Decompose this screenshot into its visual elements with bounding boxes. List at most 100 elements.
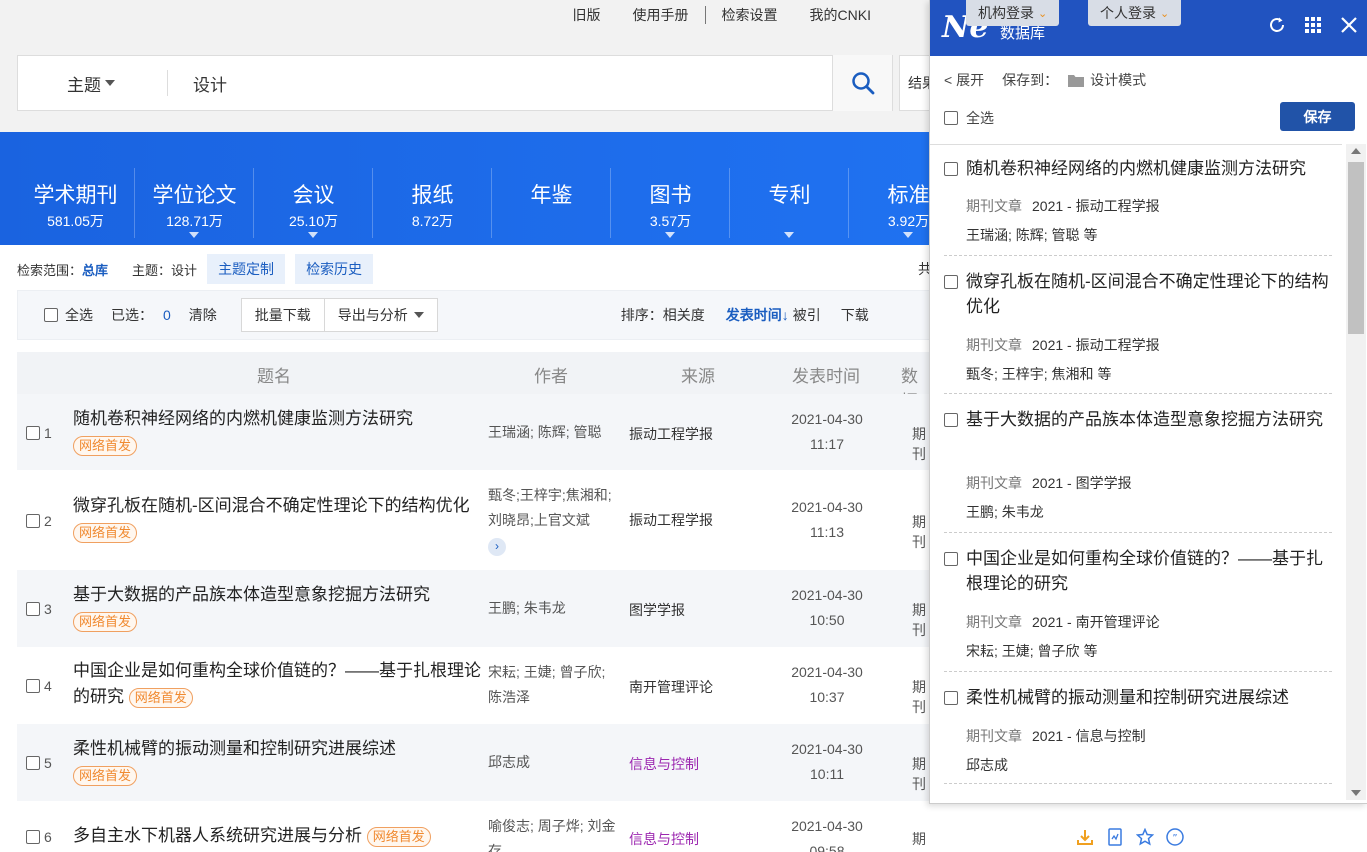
header-source: 来源 xyxy=(681,367,715,386)
row-authors[interactable]: 邱志成 xyxy=(488,750,623,775)
row-source[interactable]: 信息与控制 xyxy=(629,829,699,849)
item-title[interactable]: 中国企业是如何重构全球价值链的？——基于扎根理论的研究 xyxy=(966,546,1336,596)
row-db: 期刊 xyxy=(912,679,926,715)
sort-date[interactable]: 发表时间 xyxy=(726,305,782,325)
db-tab-yearbook[interactable]: 年鉴 xyxy=(492,132,611,245)
db-tab-journals[interactable]: 学术期刊 581.05万 xyxy=(16,132,135,245)
export-analysis-button[interactable]: 导出与分析 xyxy=(323,298,438,332)
panel-save-row: < 展开 保存到： 设计模式 xyxy=(944,70,1146,90)
sort-cited[interactable]: 被引 xyxy=(793,305,821,325)
row-source[interactable]: 振动工程学报 xyxy=(629,510,713,530)
sort-download[interactable]: 下载 xyxy=(841,305,869,325)
star-icon[interactable] xyxy=(1136,828,1154,846)
row-date: 2021-04-30 09:58 xyxy=(777,814,877,852)
online-first-badge: 网络首发 xyxy=(128,687,193,708)
row-title[interactable]: 多自主水下机器人系统研究进展与分析 网络首发 xyxy=(73,823,483,849)
table-row: 1 随机卷积神经网络的内燃机健康监测方法研究 网络首发 王瑞涵; 陈辉; 管聪 振… xyxy=(17,394,930,470)
row-checkbox[interactable] xyxy=(26,426,40,440)
row-date: 2021-04-30 10:50 xyxy=(777,583,877,633)
item-checkbox[interactable] xyxy=(944,691,958,705)
html-read-icon[interactable] xyxy=(1106,828,1124,846)
item-title[interactable]: 基于大数据的产品族本体造型意象挖掘方法研究 xyxy=(966,407,1336,432)
search-field-select[interactable]: 主题 xyxy=(18,70,168,96)
close-icon[interactable] xyxy=(1340,16,1358,34)
row-checkbox[interactable] xyxy=(26,679,40,693)
caret-down-icon xyxy=(308,232,318,238)
row-authors[interactable]: 喻俊志; 周子烨; 刘金存 xyxy=(488,814,623,852)
row-checkbox[interactable] xyxy=(26,830,40,844)
refresh-icon[interactable] xyxy=(1268,16,1286,34)
row-authors[interactable]: 王瑞涵; 陈辉; 管聪 xyxy=(488,420,623,445)
row-source[interactable]: 南开管理评论 xyxy=(629,677,713,697)
db-tab-conference[interactable]: 会议 25.10万 xyxy=(254,132,373,245)
row-title[interactable]: 柔性机械臂的振动测量和控制研究进展综述 网络首发 xyxy=(73,736,483,788)
db-tab-theses[interactable]: 学位论文 128.71万 xyxy=(135,132,254,245)
top-links: 旧版 使用手册 检索设置 我的CNKI xyxy=(557,0,887,30)
item-title[interactable]: 微穿孔板在随机-区间混合不确定性理论下的结构优化 xyxy=(966,269,1336,319)
search-history-button[interactable]: 检索历史 xyxy=(295,254,374,284)
old-version-link[interactable]: 旧版 xyxy=(557,5,617,25)
panel-select-all-label: 全选 xyxy=(966,110,994,126)
item-source: 2021 - 振动工程学报 xyxy=(1032,337,1160,353)
my-cnki-link[interactable]: 我的CNKI xyxy=(794,5,887,25)
row-date-day: 2021-04-30 xyxy=(791,411,863,427)
db-tab-count: 25.10万 xyxy=(288,213,339,229)
row-source[interactable]: 信息与控制 xyxy=(629,754,699,774)
caret-down-icon xyxy=(665,232,675,238)
online-first-badge: 网络首发 xyxy=(73,611,138,632)
apps-grid-icon[interactable] xyxy=(1304,16,1322,34)
search-settings-link[interactable]: 检索设置 xyxy=(706,5,794,25)
item-title[interactable]: 随机卷积神经网络的内燃机健康监测方法研究 xyxy=(966,156,1336,181)
select-all-checkbox[interactable] xyxy=(44,308,58,322)
row-checkbox[interactable] xyxy=(26,514,40,528)
search-input[interactable]: 设计 xyxy=(168,71,832,96)
folder-name[interactable]: 设计模式 xyxy=(1090,70,1146,90)
chevron-right-icon[interactable]: › xyxy=(488,537,506,556)
panel-scrollbar[interactable] xyxy=(1346,144,1366,800)
item-checkbox[interactable] xyxy=(944,275,958,289)
row-title[interactable]: 微穿孔板在随机-区间混合不确定性理论下的结构优化 网络首发 xyxy=(73,493,483,545)
row-date: 2021-04-30 10:37 xyxy=(777,660,877,710)
row-source[interactable]: 图学学报 xyxy=(629,600,685,620)
expand-button[interactable]: < 展开 xyxy=(944,70,984,90)
item-checkbox[interactable] xyxy=(944,552,958,566)
item-title[interactable]: 柔性机械臂的振动测量和控制研究进展综述 xyxy=(966,685,1336,710)
org-login-tab[interactable]: 机构登录 ⌄ xyxy=(966,0,1060,26)
save-button[interactable]: 保存 xyxy=(1280,102,1355,131)
row-title[interactable]: 基于大数据的产品族本体造型意象挖掘方法研究 网络首发 xyxy=(73,582,483,634)
panel-select-all-checkbox[interactable] xyxy=(944,111,958,125)
row-authors[interactable]: 甄冬;王梓宇;焦湘和;刘晓昂;上官文斌 › xyxy=(488,483,623,558)
db-tab-name: 专利 xyxy=(768,184,811,207)
row-number: 2 xyxy=(26,513,52,529)
scroll-up-icon[interactable] xyxy=(1351,148,1361,154)
db-tab-books[interactable]: 图书 3.57万 xyxy=(611,132,730,245)
db-tab-patents[interactable]: 专利 xyxy=(730,132,849,245)
clear-button[interactable]: 清除 xyxy=(189,305,217,325)
quote-icon[interactable]: ” xyxy=(1166,828,1184,846)
topic-custom-button[interactable]: 主题定制 xyxy=(207,254,286,284)
db-tab-name: 报纸 xyxy=(411,184,454,207)
search-button[interactable] xyxy=(832,55,892,111)
row-checkbox[interactable] xyxy=(26,602,40,616)
row-number: 3 xyxy=(26,601,52,617)
row-db: 期刊 xyxy=(912,602,926,638)
folder-icon xyxy=(1068,74,1085,87)
item-checkbox[interactable] xyxy=(944,413,958,427)
row-title[interactable]: 随机卷积神经网络的内燃机健康监测方法研究 网络首发 xyxy=(73,406,483,458)
manual-link[interactable]: 使用手册 xyxy=(617,5,705,25)
scroll-thumb[interactable] xyxy=(1348,162,1364,334)
item-checkbox[interactable] xyxy=(944,162,958,176)
scroll-down-icon[interactable] xyxy=(1351,790,1361,796)
row-checkbox[interactable] xyxy=(26,756,40,770)
row-authors[interactable]: 王鹏; 朱韦龙 xyxy=(488,596,623,621)
row-title[interactable]: 中国企业是如何重构全球价值链的？——基于扎根理论的研究 网络首发 xyxy=(73,658,483,710)
row-authors[interactable]: 宋耘; 王婕; 曾子欣; 陈浩泽 xyxy=(488,660,623,710)
batch-download-button[interactable]: 批量下载 xyxy=(240,298,325,332)
scope-value[interactable]: 总库 xyxy=(82,260,108,279)
download-icon[interactable] xyxy=(1076,828,1094,846)
db-tab-newspaper[interactable]: 报纸 8.72万 xyxy=(373,132,492,245)
personal-login-tab[interactable]: 个人登录 ⌄ xyxy=(1088,0,1182,26)
sort-relevance[interactable]: 相关度 xyxy=(663,305,705,325)
row-source[interactable]: 振动工程学报 xyxy=(629,424,713,444)
row-date: 2021-04-30 11:13 xyxy=(777,495,877,545)
